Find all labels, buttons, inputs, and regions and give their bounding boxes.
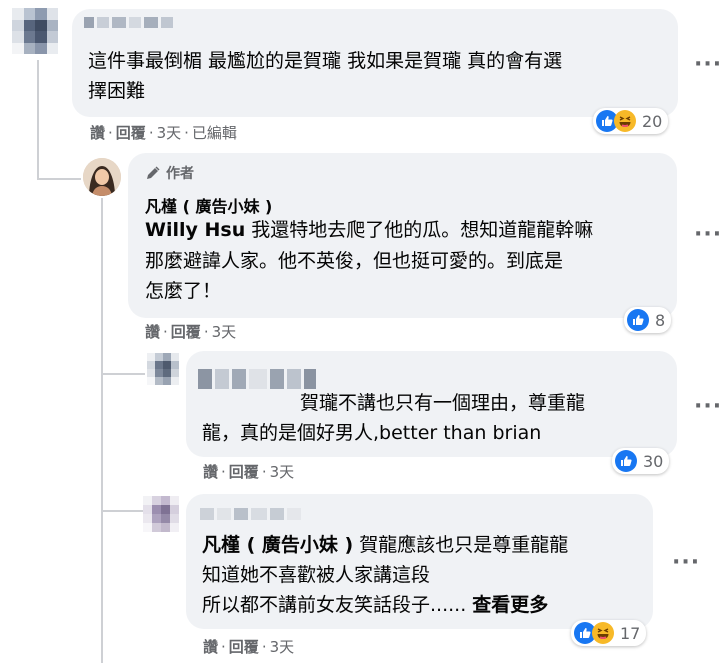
reaction-count: 8 bbox=[655, 310, 666, 330]
reply-button[interactable]: 回覆 bbox=[229, 638, 259, 656]
like-button[interactable]: 讚 bbox=[203, 463, 218, 481]
comment-text: 擇困難 bbox=[88, 80, 146, 102]
avatar[interactable] bbox=[147, 353, 179, 385]
reaction-summary[interactable]: 8 bbox=[624, 307, 672, 333]
reaction-count: 17 bbox=[620, 623, 641, 643]
comment-text: 賀瓏不講也只有一個理由，尊重龍 bbox=[300, 392, 586, 414]
author-name-blurred[interactable] bbox=[84, 17, 173, 28]
reply-button[interactable]: 回覆 bbox=[171, 323, 201, 341]
avatar[interactable] bbox=[12, 8, 58, 54]
more-options-icon[interactable]: ··· bbox=[694, 222, 722, 247]
mention-link[interactable]: 凡槿 ( 廣告小妹 ) bbox=[202, 534, 353, 556]
avatar[interactable] bbox=[83, 158, 121, 196]
more-options-icon[interactable]: ··· bbox=[672, 550, 700, 575]
thread-line bbox=[37, 60, 39, 180]
more-options-icon[interactable]: ··· bbox=[694, 394, 722, 419]
timestamp[interactable]: 3天 bbox=[270, 463, 295, 481]
thread-line bbox=[37, 178, 81, 180]
reaction-summary[interactable]: 20 bbox=[593, 108, 669, 134]
reaction-count: 30 bbox=[643, 451, 664, 471]
author-name-blurred[interactable] bbox=[200, 508, 301, 520]
more-options-icon[interactable]: ··· bbox=[694, 52, 722, 77]
see-more-link[interactable]: 查看更多 bbox=[472, 594, 548, 616]
like-button[interactable]: 讚 bbox=[203, 638, 218, 656]
comment-actions: 讚 · 回覆 · 3天 bbox=[203, 638, 295, 656]
pen-icon bbox=[147, 166, 160, 179]
reply-button[interactable]: 回覆 bbox=[229, 463, 259, 481]
like-button[interactable]: 讚 bbox=[145, 323, 160, 341]
reaction-summary[interactable]: 30 bbox=[612, 448, 670, 474]
comment-text: 知道她不喜歡被人家講這段 bbox=[202, 564, 431, 586]
reaction-count: 20 bbox=[642, 111, 663, 131]
comment-text: 凡槿 ( 廣告小妹 ) 賀龍應該也只是尊重龍龍 bbox=[202, 534, 569, 556]
comment-text: 怎麼了！ bbox=[145, 280, 222, 302]
comment-bubble: 作者 凡槿 ( 廣告小妹 ) Willy Hsu 我還特地去爬了他的瓜。想知道龍… bbox=[128, 153, 677, 318]
comment-text: 龍，真的是個好男人,better than brian bbox=[202, 422, 542, 444]
like-button[interactable]: 讚 bbox=[90, 124, 105, 142]
comment-actions: 讚 · 回覆 · 3天 · 已編輯 bbox=[90, 124, 237, 142]
comment-text: 那麼避諱人家。他不英俊，但也挺可愛的。到底是 bbox=[145, 250, 564, 272]
thread-line bbox=[101, 373, 145, 375]
mention-link[interactable]: Willy Hsu bbox=[145, 219, 245, 241]
comment-bubble: 這件事最倒楣 最尷尬的是賀瓏 我如果是賀瓏 真的會有選 擇困難 bbox=[72, 9, 678, 117]
comment-text: 這件事最倒楣 最尷尬的是賀瓏 我如果是賀瓏 真的會有選 bbox=[88, 50, 563, 72]
comment-actions: 讚 · 回覆 · 3天 bbox=[145, 323, 237, 341]
timestamp[interactable]: 3天 bbox=[212, 323, 237, 341]
author-name[interactable]: 凡槿 ( 廣告小妹 ) bbox=[145, 193, 272, 217]
timestamp[interactable]: 3天 bbox=[270, 638, 295, 656]
thread-line bbox=[101, 510, 145, 512]
reaction-summary[interactable]: 17 bbox=[571, 620, 647, 646]
edited-label[interactable]: 已編輯 bbox=[192, 124, 237, 142]
timestamp[interactable]: 3天 bbox=[157, 124, 182, 142]
author-name-blurred[interactable] bbox=[198, 369, 316, 389]
comment-bubble: 賀瓏不講也只有一個理由，尊重龍 龍，真的是個好男人,better than br… bbox=[186, 351, 677, 457]
comment-text: 所以都不講前女友笑話段子...... 查看更多 bbox=[202, 594, 549, 616]
like-icon bbox=[627, 309, 649, 331]
comment-text: Willy Hsu 我還特地去爬了他的瓜。想知道龍龍幹嘛 bbox=[145, 219, 594, 241]
haha-icon bbox=[592, 622, 614, 644]
like-icon bbox=[615, 450, 637, 472]
avatar[interactable] bbox=[143, 496, 179, 532]
comment-actions: 讚 · 回覆 · 3天 bbox=[203, 463, 295, 481]
haha-icon bbox=[614, 110, 636, 132]
thread-line bbox=[101, 198, 103, 663]
comment-bubble: 凡槿 ( 廣告小妹 ) 賀龍應該也只是尊重龍龍 知道她不喜歡被人家講這段 所以都… bbox=[186, 494, 653, 629]
author-badge: 作者 bbox=[145, 163, 194, 183]
reply-button[interactable]: 回覆 bbox=[116, 124, 146, 142]
